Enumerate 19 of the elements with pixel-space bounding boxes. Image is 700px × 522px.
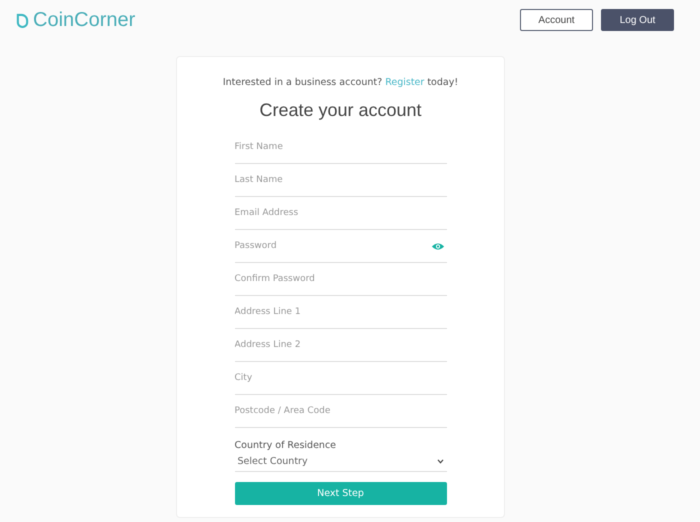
logo-text: CoinCorner xyxy=(33,8,136,32)
form-title: Create your account xyxy=(258,100,423,121)
eye-icon[interactable] xyxy=(430,242,444,250)
chevron-down-icon xyxy=(436,458,444,464)
account-button[interactable]: Account xyxy=(520,9,593,31)
input-field[interactable]: Password xyxy=(234,241,414,251)
input-field[interactable]: Confirm Password xyxy=(234,274,414,284)
input-field[interactable]: First Name xyxy=(234,142,414,152)
logout-button[interactable]: Log Out xyxy=(601,9,674,31)
country-label: Country of Residence xyxy=(234,440,338,451)
input-field[interactable]: Email Address xyxy=(234,208,414,218)
logo-icon xyxy=(16,12,29,28)
promo-text: Interested in a business account? Register today! xyxy=(222,77,460,88)
input-field[interactable]: Address Line 2 xyxy=(234,340,414,350)
input-field[interactable]: Postcode / Area Code xyxy=(234,406,414,416)
input-field[interactable]: City xyxy=(234,373,414,383)
input-field[interactable]: Address Line 1 xyxy=(234,307,414,317)
input-field[interactable]: Last Name xyxy=(234,175,414,185)
country-select[interactable]: Select Country xyxy=(234,451,446,472)
